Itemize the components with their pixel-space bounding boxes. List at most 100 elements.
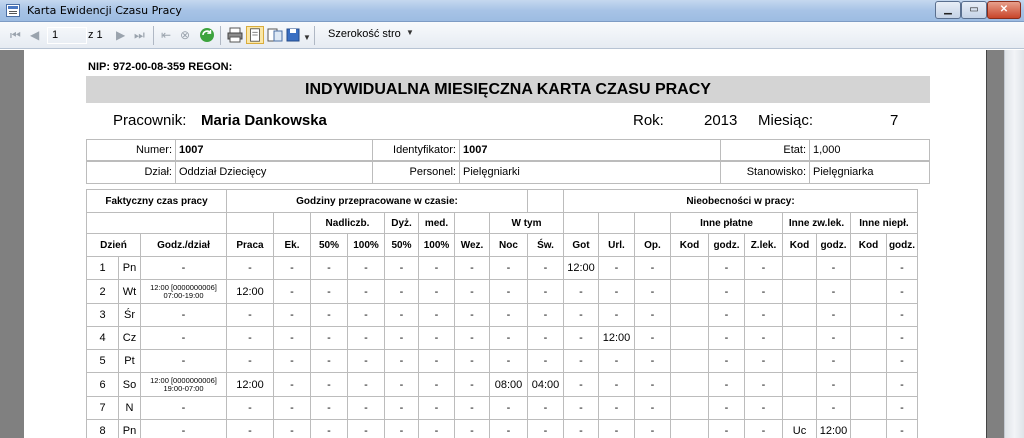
- header-row-2: Nadliczb. Dyż. med. W tym Inne płatne In…: [86, 212, 918, 234]
- value-cell: -: [347, 396, 385, 420]
- month-value: 7: [890, 112, 899, 129]
- day-number-cell: 1: [86, 256, 119, 280]
- value-cell: -: [310, 419, 348, 438]
- col-wez: Wez.: [454, 233, 490, 257]
- zoom-select[interactable]: Szerokość stro: [322, 27, 470, 44]
- page-count-label: z 1: [88, 29, 103, 41]
- col-platne-kod: Kod: [670, 233, 709, 257]
- table-row: 7N-----------------: [86, 396, 918, 420]
- minimize-button[interactable]: ▁: [935, 1, 961, 19]
- value-cell: -: [347, 279, 385, 304]
- chevron-down-icon[interactable]: ▼: [406, 28, 414, 37]
- value-cell: -: [273, 279, 311, 304]
- window-title: Karta Ewidencji Czasu Pracy: [27, 4, 182, 17]
- export-icon[interactable]: [285, 26, 303, 44]
- value-cell: [850, 372, 887, 397]
- col-ek: Ek.: [273, 233, 311, 257]
- dzial-value: Oddział Dziecięcy: [175, 161, 373, 184]
- table-row: 1 Pn - - - - - - - - - -12:00- - - - - -: [86, 256, 918, 280]
- value-cell: Uc: [782, 419, 817, 438]
- col-noc: Noc: [489, 233, 528, 257]
- value-cell: -: [347, 326, 385, 350]
- page-setup-icon[interactable]: [266, 26, 284, 44]
- export-dropdown-icon[interactable]: ▼: [303, 31, 311, 45]
- stanowisko-value: Pielęgniarka: [809, 161, 930, 184]
- prev-page-icon[interactable]: ◀: [30, 28, 39, 42]
- refresh-icon[interactable]: [198, 26, 216, 44]
- value-cell: -: [310, 303, 348, 327]
- last-page-icon[interactable]: ⏭: [134, 28, 145, 42]
- value-cell: -: [816, 372, 851, 397]
- value-cell: [850, 279, 887, 304]
- report-heading: INDYWIDUALNA MIESIĘCZNA KARTA CZASU PRAC…: [86, 76, 930, 103]
- col-praca: Praca: [226, 233, 274, 257]
- value-cell: -: [708, 396, 745, 420]
- value-cell: -: [418, 279, 455, 304]
- value-cell: -: [598, 396, 635, 420]
- value-cell: -: [886, 256, 918, 280]
- back-icon[interactable]: ⇤: [161, 28, 171, 42]
- value-cell: [670, 303, 709, 327]
- value-cell: [670, 256, 709, 280]
- etat-value: 1,000: [809, 139, 930, 161]
- value-cell: -: [347, 256, 385, 280]
- value-cell: [782, 349, 817, 373]
- value-cell: -: [816, 349, 851, 373]
- value-cell: -: [634, 419, 671, 438]
- value-cell: -: [634, 303, 671, 327]
- value-cell: -: [310, 372, 348, 397]
- value-cell: -: [708, 349, 745, 373]
- col-niepl-kod: Kod: [850, 233, 887, 257]
- value-cell: [850, 419, 887, 438]
- col-nadl-50: 50%: [310, 233, 348, 257]
- print-layout-icon[interactable]: [246, 26, 264, 44]
- value-cell: -: [886, 419, 918, 438]
- value-cell: -: [418, 349, 455, 373]
- value-cell: -: [527, 256, 564, 280]
- next-page-icon[interactable]: ▶: [116, 28, 125, 42]
- value-cell: -: [384, 303, 419, 327]
- vertical-scrollbar[interactable]: [1004, 50, 1024, 438]
- print-icon[interactable]: [226, 26, 244, 44]
- col-godz-dzial: Godz./dział: [140, 233, 227, 257]
- value-cell: -: [310, 326, 348, 350]
- value-cell: -: [310, 396, 348, 420]
- value-cell: [670, 419, 709, 438]
- value-cell: -: [273, 396, 311, 420]
- value-cell: 04:00: [527, 372, 564, 397]
- value-cell: -: [708, 279, 745, 304]
- col-url: Url.: [598, 233, 635, 257]
- value-cell: -: [598, 419, 635, 438]
- col-dyz-50: 50%: [384, 233, 419, 257]
- close-button[interactable]: ✕: [987, 1, 1021, 19]
- value-cell: -: [347, 372, 385, 397]
- maximize-button[interactable]: ▭: [961, 1, 987, 19]
- header-nieobecnosci: Nieobecności w pracy:: [563, 189, 918, 213]
- day-of-week-cell: Pn: [118, 256, 141, 280]
- stop-icon[interactable]: ⊗: [180, 28, 190, 42]
- day-number-cell: 4: [86, 326, 119, 350]
- value-cell: -: [598, 256, 635, 280]
- value-cell: [782, 326, 817, 350]
- col-nadl-100: 100%: [347, 233, 385, 257]
- value-cell: -: [454, 279, 490, 304]
- header-wtym: W tym: [489, 212, 564, 234]
- value-cell: -: [454, 349, 490, 373]
- value-cell: -: [744, 372, 783, 397]
- window-title-bar[interactable]: Karta Ewidencji Czasu Pracy ▁ ▭ ✕: [0, 0, 1024, 22]
- day-number-cell: 7: [86, 396, 119, 420]
- value-cell: -: [708, 372, 745, 397]
- value-cell: -: [384, 326, 419, 350]
- value-cell: -: [418, 326, 455, 350]
- first-page-icon[interactable]: ⏮: [10, 28, 21, 42]
- report-toolbar: ⏮ ◀ 1 z 1 ▶ ⏭ ⇤ ⊗ ▼ Szerokość stro ▼: [0, 22, 1024, 49]
- value-cell: -: [384, 372, 419, 397]
- identyfikator-value: 1007: [459, 139, 721, 161]
- table-row: 8 Pn - - - - - - - - - - - - - - - Uc 12:00-: [86, 419, 918, 438]
- value-cell: -: [527, 419, 564, 438]
- value-cell: -: [418, 419, 455, 438]
- page-number-input[interactable]: 1: [47, 27, 87, 44]
- value-cell: -: [310, 279, 348, 304]
- value-cell: -: [489, 326, 528, 350]
- header-row-3: Dzień Godz./dział Praca Ek. 50% 100% 50%…: [86, 233, 918, 257]
